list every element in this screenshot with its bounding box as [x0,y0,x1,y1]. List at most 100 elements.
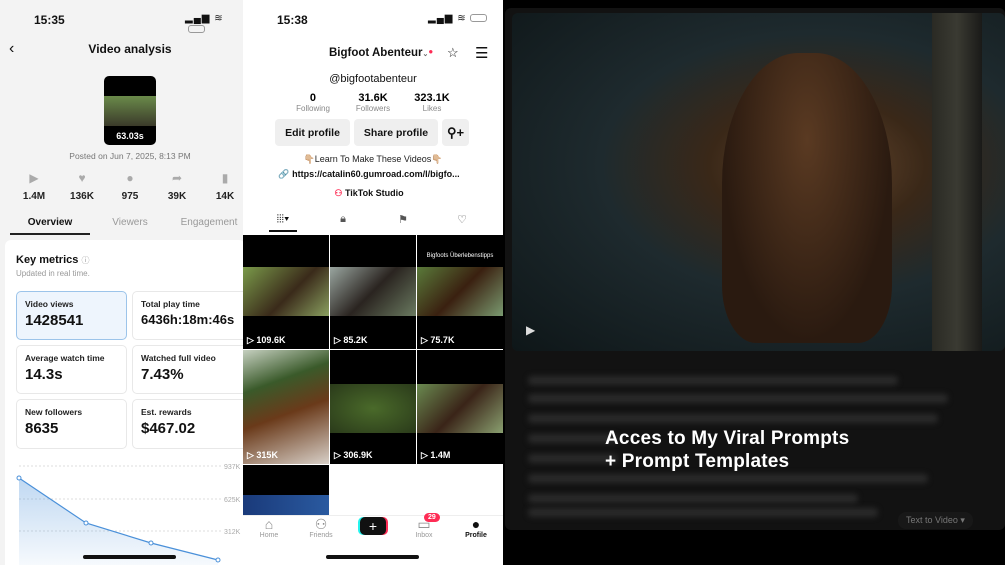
video-thumbnail[interactable]: 63.03s [104,76,156,145]
video-tile[interactable]: ▷ 306.9K [330,350,416,464]
studio-icon: ⚇ [334,188,343,198]
metric-value: 8635 [25,420,59,437]
share-icon: ➦ [171,171,183,185]
video-duration: 63.03s [116,131,144,141]
menu-icon[interactable]: ☰ [475,44,488,62]
info-icon[interactable]: ⓘ [81,256,89,265]
metric-value: 14.3s [25,366,63,383]
home-indicator [83,555,176,559]
status-icons: ▂▄▆ ≋ [185,13,243,35]
tab-underline [269,230,297,232]
metric-label: Average watch time [25,353,105,363]
play-icon[interactable]: ▶ [526,323,535,337]
promo-panel: ▶ Acces to My Viral Prompts + Prompt Temp… [503,0,1005,565]
add-user-icon: ⚲+ [446,124,465,140]
metric-value: 6436h:18m:46s [141,312,235,327]
metric-average-watch-time[interactable]: Average watch time 14.3s [16,345,127,394]
add-friend-button[interactable]: ⚲+ [442,119,469,146]
status-time: 15:35 [34,13,65,27]
tab-overview[interactable]: Overview [28,217,72,228]
play-icon: ▶ [29,171,39,185]
video-tile[interactable]: ▷ 85.2K [330,235,416,349]
tab-viewers[interactable]: Viewers [112,217,147,228]
profile-link[interactable]: 🔗 https://catalin60.gumroad.com/l/bigfo.… [278,169,459,180]
link-icon: 🔗 [278,169,290,179]
shares-count: 39K [167,191,187,202]
share-profile-button[interactable]: Share profile [354,119,438,146]
comment-icon: ● [126,171,134,185]
status-time: 15:38 [277,13,308,27]
nav-friends[interactable]: ⚇ Friends [295,516,347,539]
followers-stat[interactable]: 31.6K Followers [356,92,390,113]
home-indicator [326,555,419,559]
liked-tab-icon[interactable]: ♡ [457,213,467,226]
tree-trunk [932,13,982,351]
y-tick-label: 937K [224,464,241,471]
friends-icon: ⚇ [314,516,328,532]
status-icons: ▂▄▆ ≋ [428,13,487,24]
views-count: 1.4M [22,191,46,202]
promo-headline: Acces to My Viral Prompts + Prompt Templa… [605,428,850,472]
y-tick-label: 625K [224,497,241,504]
video-tile[interactable]: ▷ 1.4M [417,350,503,464]
lock-icon[interactable]: 🔒︎ [340,213,346,226]
y-tick-label: 312K [224,529,241,536]
profile-bio: 👇🏼Learn To Make These Videos👇🏼 [303,154,443,164]
bookmark-icon: ▮ [221,171,229,185]
profile-screen: 15:38 ▂▄▆ ≋ Bigfoot Abenteur⌄● ☆ ☰ @bigf… [243,0,503,565]
video-tile[interactable]: ▷ 109.6K [243,235,329,349]
metric-new-followers[interactable]: New followers 8635 [16,399,127,449]
tiktok-studio-link[interactable]: ⚇ TikTok Studio [334,188,403,199]
bookmark-tab-icon[interactable]: ⚑ [398,213,408,226]
likes-stat[interactable]: 323.1K Likes [414,92,449,113]
video-analysis-screen: 15:35 ▂▄▆ ≋ ‹ Video analysis 63.03s Post… [0,0,243,565]
bigfoot-video-preview[interactable]: ▶ [512,13,1005,351]
metric-label: Est. rewards [141,407,192,417]
metric-value: 1428541 [25,312,84,329]
video-caption: Bigfoots Überlebenstipps [426,253,494,259]
tab-engagement[interactable]: Engagement [181,217,238,228]
video-tile[interactable]: Bigfoots Überlebenstipps ▷ 75.7K [417,235,503,349]
video-tile[interactable] [243,465,329,515]
views-chart: 937K 625K 312K [16,464,241,565]
metric-watched-full-video[interactable]: Watched full video 7.43% [132,345,243,394]
back-icon[interactable]: ‹ [9,40,14,58]
inbox-badge: 29 [424,513,440,522]
nav-home[interactable]: ⌂ Home [243,516,295,539]
chart-point [148,540,154,546]
comments-count: 975 [121,191,139,202]
metric-value: 7.43% [141,366,184,383]
saves-count: 14K [215,191,235,202]
bigfoot-figure [722,53,892,343]
home-icon: ⌂ [264,516,274,532]
tab-underline [10,233,90,235]
chart-point [16,475,22,481]
chart-point [83,520,89,526]
page-title: Video analysis [88,42,172,56]
plus-icon: + [368,518,378,534]
chevron-down-icon: ▾ [960,515,965,525]
metric-label: Watched full video [141,353,216,363]
create-button[interactable]: + [360,517,386,535]
calendar-star-icon[interactable]: ☆ [447,45,459,61]
metric-total-play-time[interactable]: Total play time 6436h:18m:46s [132,291,243,340]
nav-profile[interactable]: ● Profile [450,516,502,539]
edit-profile-button[interactable]: Edit profile [275,119,350,146]
metric-label: New followers [25,407,83,417]
following-stat[interactable]: 0 Following [296,92,330,113]
mode-dropdown[interactable]: Text to Video ▾ [898,512,973,529]
posted-date: Posted on Jun 7, 2025, 8:13 PM [69,151,191,161]
video-tile[interactable]: ▷ 315K [243,350,329,464]
key-metrics-title: Key metrics ⓘ [16,254,90,266]
likes-count: 136K [70,191,94,202]
videos-tab-icon[interactable]: ⦙⦙⦙▾ [277,213,290,226]
updated-note: Updated in real time. [16,269,90,278]
profile-name-dropdown[interactable]: Bigfoot Abenteur⌄● [329,47,433,59]
metric-value: $467.02 [141,420,196,437]
metric-label: Total play time [141,299,200,309]
metric-est-rewards[interactable]: Est. rewards $467.02 [132,399,243,449]
profile-handle: @bigfootabenteur [329,73,417,85]
metric-label: Video views [25,299,74,309]
metric-video-views[interactable]: Video views 1428541 [16,291,127,340]
chart-point [215,557,221,563]
